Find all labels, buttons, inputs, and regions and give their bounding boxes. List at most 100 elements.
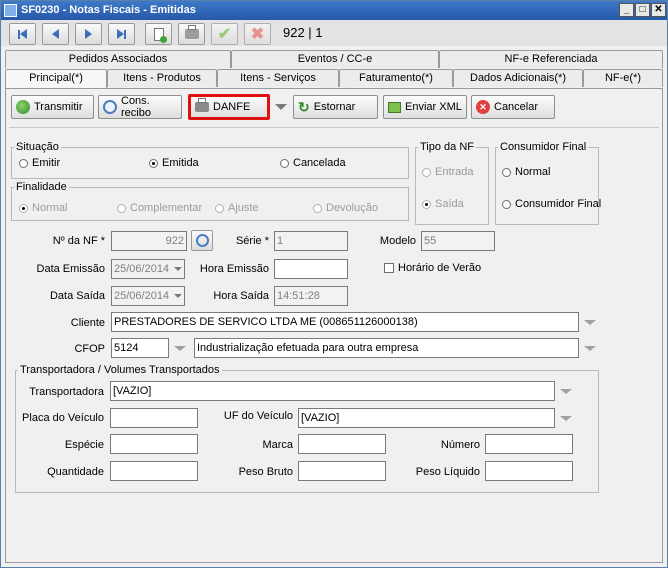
tab-dados-adicionais[interactable]: Dados Adicionais(*): [453, 69, 583, 87]
finalidade-complementar-radio[interactable]: Complementar: [117, 202, 202, 214]
cfop-field[interactable]: 5124: [111, 338, 169, 358]
marca-field[interactable]: [298, 434, 386, 454]
estornar-button[interactable]: ↻ Estornar: [293, 95, 378, 119]
uf-veiculo-field[interactable]: [VAZIO]: [298, 408, 555, 428]
marca-label: Marca: [262, 439, 293, 451]
cancel-icon: ✕: [476, 100, 490, 114]
hora-saida-field[interactable]: 14:51:28: [274, 286, 348, 306]
tab-faturamento[interactable]: Faturamento(*): [339, 69, 453, 87]
tipo-saida-radio[interactable]: Saída: [422, 198, 464, 210]
tipo-entrada-radio[interactable]: Entrada: [422, 166, 474, 178]
finalidade-ajuste-radio[interactable]: Ajuste: [215, 202, 259, 214]
tipo-nf-group: Tipo da NF: [415, 141, 489, 225]
tab-itens-servicos[interactable]: Itens - Serviços: [217, 69, 339, 87]
num-nf-field[interactable]: 922: [111, 231, 187, 251]
new-record-button[interactable]: [145, 23, 172, 45]
minimize-button[interactable]: _: [619, 3, 634, 17]
situacao-emitir-radio[interactable]: Emitir: [19, 157, 60, 169]
finalidade-group: Finalidade: [11, 181, 409, 221]
consumidor-normal-radio[interactable]: Normal: [502, 166, 550, 178]
danfe-dropdown-button[interactable]: [273, 98, 289, 116]
data-emissao-dropdown[interactable]: [171, 260, 184, 278]
peso-bruto-field[interactable]: [298, 461, 386, 481]
serie-field[interactable]: 1: [274, 231, 348, 251]
finalidade-normal-radio[interactable]: Normal: [19, 202, 67, 214]
record-counter: 922 | 1: [283, 25, 323, 40]
tab-pedidos-associados[interactable]: Pedidos Associados: [5, 50, 231, 68]
cliente-label: Cliente: [70, 317, 105, 329]
tab-nfe-referenciada[interactable]: NF-e Referenciada: [439, 50, 663, 68]
peso-liquido-label: Peso Líquido: [415, 466, 480, 478]
cancel-edit-button[interactable]: ✖: [244, 23, 271, 45]
tab-itens-produtos[interactable]: Itens - Produtos: [107, 69, 217, 87]
print-record-button[interactable]: [178, 23, 205, 45]
tab-principal[interactable]: Principal(*): [5, 69, 107, 89]
data-saida-dropdown[interactable]: [171, 287, 184, 305]
first-record-button[interactable]: [9, 23, 36, 45]
horario-verao-checkbox[interactable]: [384, 263, 394, 273]
numero-field[interactable]: [485, 434, 573, 454]
confirm-button[interactable]: ✔: [211, 23, 238, 45]
finalidade-legend: Finalidade: [16, 181, 67, 193]
cons-recibo-label: Cons. recibo: [121, 95, 151, 119]
data-saida-label: Data Saída: [49, 290, 105, 302]
situacao-emitida-radio[interactable]: Emitida: [149, 157, 199, 169]
transmitir-button[interactable]: Transmitir: [11, 95, 94, 119]
close-button[interactable]: ✕: [651, 3, 666, 17]
especie-field[interactable]: [110, 434, 198, 454]
situacao-group: Situação: [11, 141, 409, 179]
consumidor-final-group: Consumidor Final: [495, 141, 599, 225]
enviar-xml-label: Enviar XML: [405, 101, 462, 113]
check-icon: ✔: [217, 26, 232, 43]
cfop-dropdown[interactable]: [172, 339, 188, 357]
modelo-field[interactable]: 55: [421, 231, 495, 251]
previous-record-button[interactable]: [42, 23, 69, 45]
uf-veiculo-dropdown[interactable]: [558, 409, 574, 427]
danfe-label: DANFE: [213, 101, 251, 113]
consumidor-final-legend: Consumidor Final: [500, 141, 587, 153]
tab-nfe[interactable]: NF-e(*): [583, 69, 663, 87]
cfop-description-dropdown[interactable]: [582, 339, 598, 357]
undo-icon: ↻: [298, 98, 310, 115]
record-toolbar: ✔ ✖: [1, 20, 667, 46]
chevron-down-icon: [275, 104, 287, 110]
finalidade-devolucao-radio[interactable]: Devolução: [313, 202, 378, 214]
chevron-down-icon: [173, 294, 182, 298]
last-icon: [117, 29, 126, 39]
tipo-nf-legend: Tipo da NF: [420, 141, 475, 153]
tab-eventos-cce[interactable]: Eventos / CC-e: [231, 50, 439, 68]
search-nf-button[interactable]: [191, 230, 213, 251]
quantidade-label: Quantidade: [47, 466, 104, 478]
hora-emissao-field[interactable]: [274, 259, 348, 279]
cliente-dropdown[interactable]: [582, 313, 598, 331]
transmit-icon: [16, 100, 30, 114]
send-xml-icon: [388, 101, 401, 113]
window-title: SF0230 - Notas Fiscais - Emitidas: [21, 4, 196, 16]
placa-label: Placa do Veículo: [22, 412, 104, 424]
estornar-label: Estornar: [313, 101, 356, 113]
situacao-cancelada-radio[interactable]: Cancelada: [280, 157, 346, 169]
transporte-legend: Transportadora / Volumes Transportados: [20, 364, 220, 376]
transmitir-label: Transmitir: [34, 101, 83, 113]
cancelar-button[interactable]: ✕ Cancelar: [471, 95, 555, 119]
peso-liquido-field[interactable]: [485, 461, 573, 481]
horario-verao-label: Horário de Verão: [398, 262, 482, 274]
maximize-button[interactable]: □: [635, 3, 650, 17]
next-record-button[interactable]: [75, 23, 102, 45]
transportadora-field[interactable]: [VAZIO]: [110, 381, 555, 401]
last-record-button[interactable]: [108, 23, 135, 45]
enviar-xml-button[interactable]: Enviar XML: [383, 95, 467, 119]
placa-field[interactable]: [110, 408, 198, 428]
quantidade-field[interactable]: [110, 461, 198, 481]
printer-icon: [195, 98, 209, 112]
num-nf-label: Nº da NF *: [52, 235, 105, 247]
transportadora-dropdown[interactable]: [558, 382, 574, 400]
title-bar: SF0230 - Notas Fiscais - Emitidas _ □ ✕: [1, 1, 667, 20]
cons-recibo-button[interactable]: Cons. recibo: [98, 95, 182, 119]
cfop-description-field[interactable]: Industrialização efetuada para outra emp…: [194, 338, 579, 358]
cancelar-label: Cancelar: [494, 101, 539, 113]
chevron-down-icon: [174, 345, 186, 351]
consumidor-final-radio[interactable]: Consumidor Final: [502, 198, 601, 210]
cliente-field[interactable]: PRESTADORES DE SERVICO LTDA ME (00865112…: [111, 312, 579, 332]
danfe-button[interactable]: DANFE: [188, 94, 270, 120]
